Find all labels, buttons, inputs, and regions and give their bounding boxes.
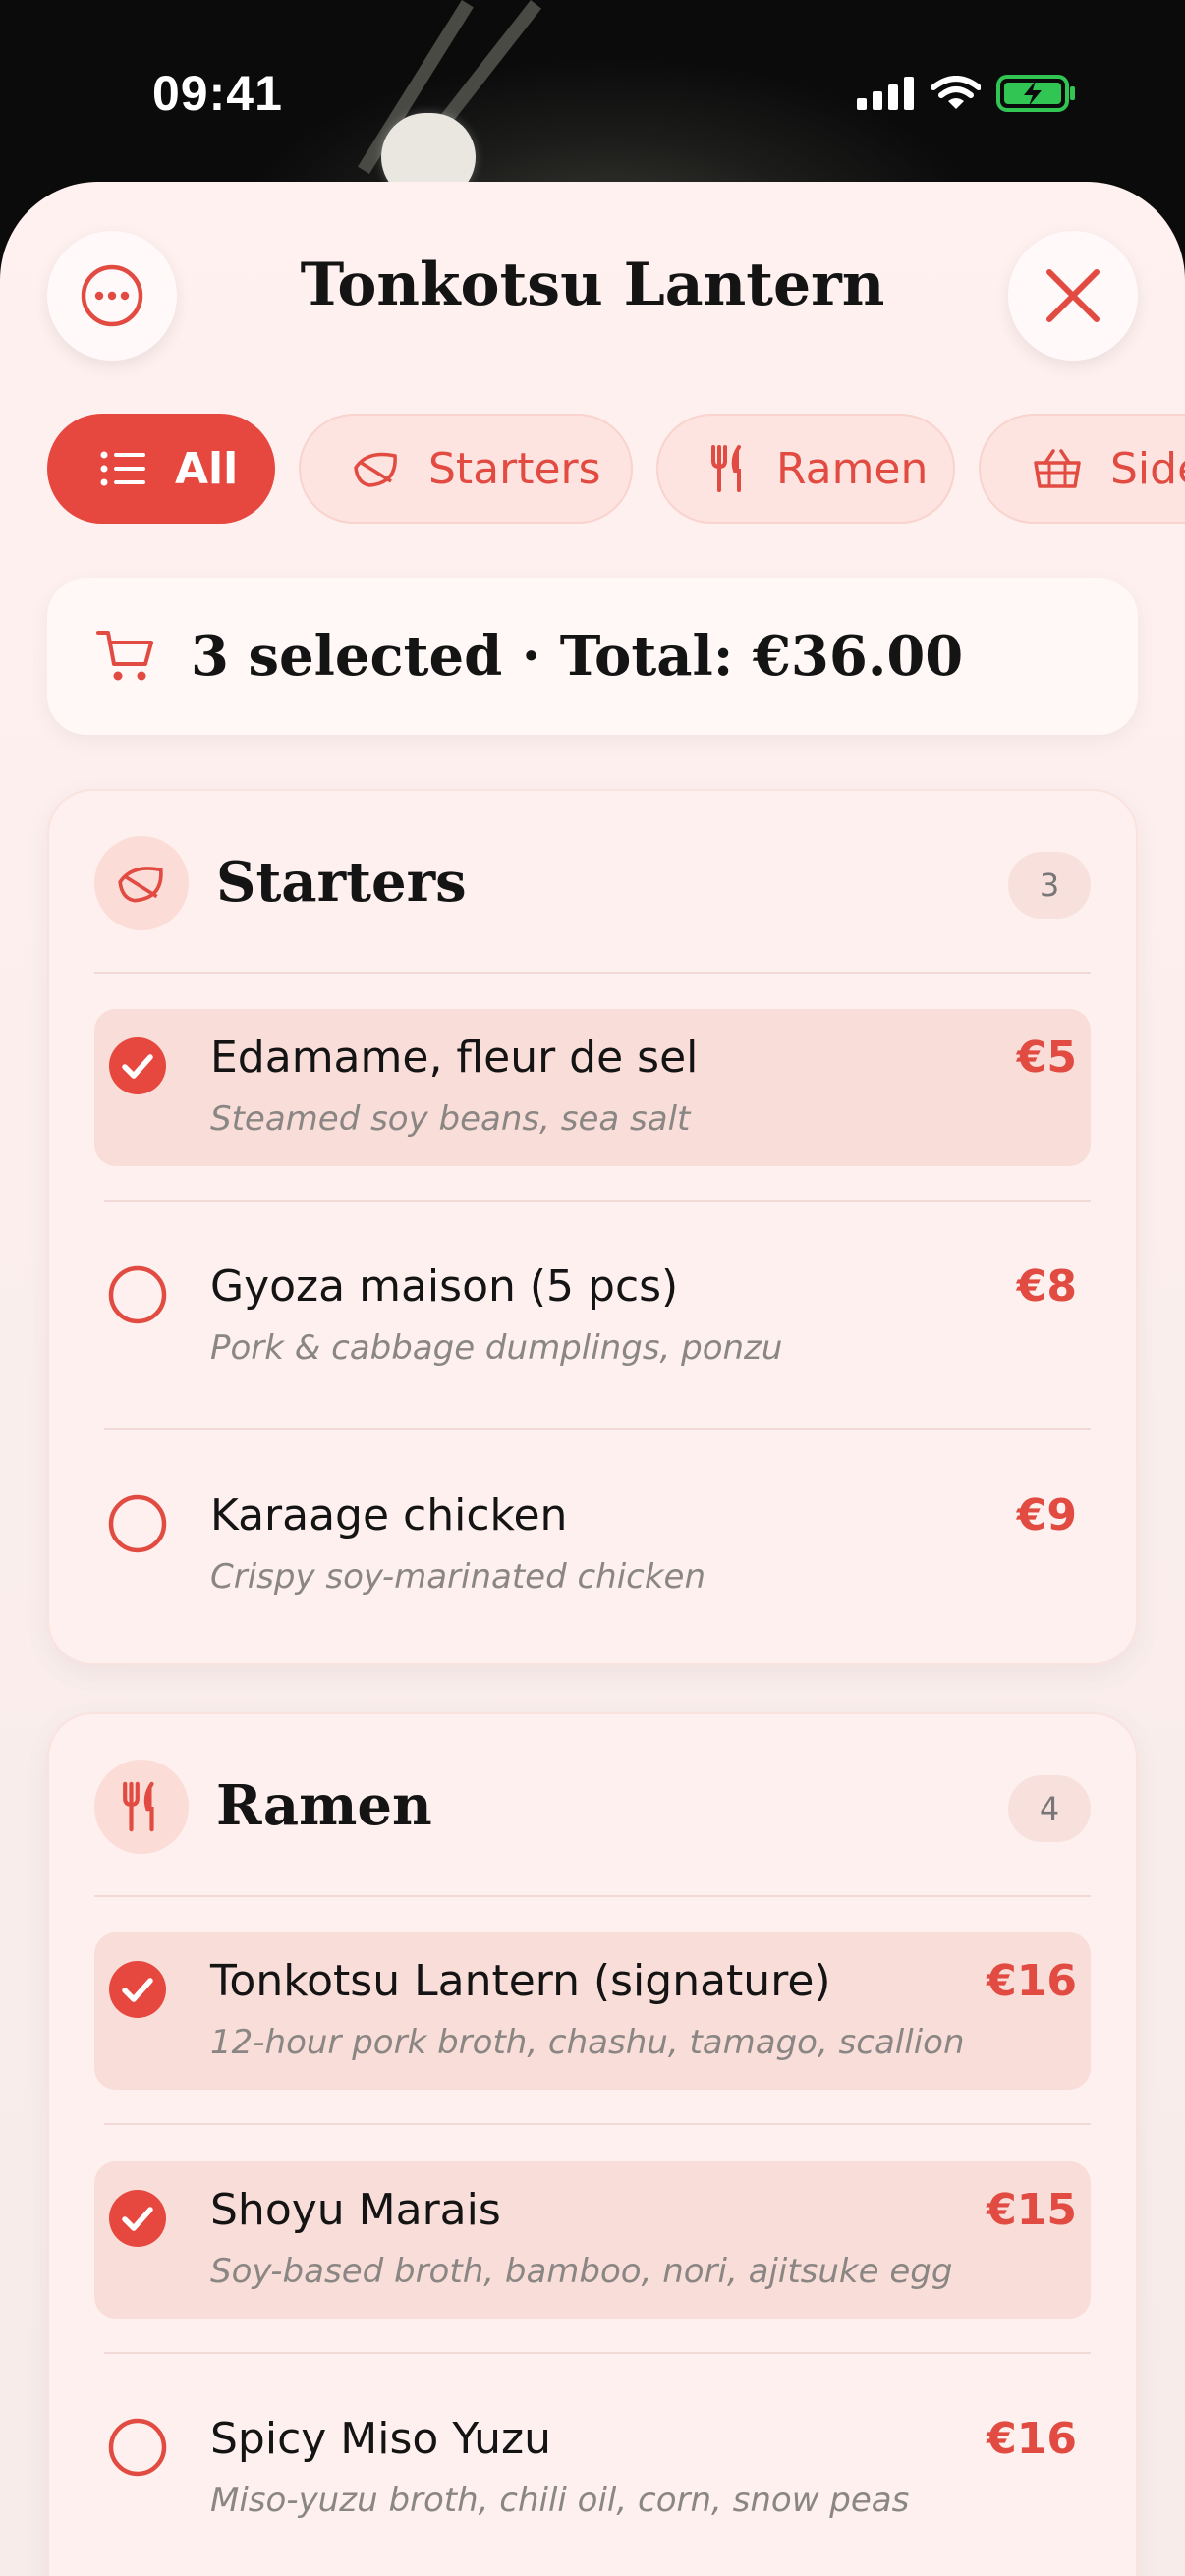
status-bar: 09:41: [0, 0, 1185, 187]
item-name: Karaage chicken: [210, 1490, 568, 1540]
unchecked-icon: [108, 2418, 167, 2477]
filter-chip-starters[interactable]: Starters: [299, 414, 633, 524]
item-name: Spicy Miso Yuzu: [210, 2414, 552, 2464]
item-price: €5: [1016, 1033, 1077, 1083]
section-count-badge: 4: [1008, 1775, 1091, 1842]
section-icon: [94, 1760, 189, 1854]
item-price: €15: [987, 2185, 1077, 2235]
signal-icon: [857, 77, 914, 110]
item-name: Shoyu Marais: [210, 2185, 501, 2235]
menu-item[interactable]: Shoyu Marais Soy-based broth, bamboo, no…: [94, 2161, 1091, 2319]
item-price: €16: [987, 2414, 1077, 2464]
filter-chip-ramen[interactable]: Ramen: [656, 414, 955, 524]
status-icons: [857, 75, 1077, 112]
wifi-icon: [931, 76, 981, 109]
item-price: €16: [987, 1956, 1077, 2006]
menu-item[interactable]: Spicy Miso Yuzu Miso-yuzu broth, chili o…: [94, 2390, 1091, 2548]
status-time: 09:41: [152, 66, 283, 121]
filter-chip-sides[interactable]: Sides: [979, 414, 1185, 524]
divider: [104, 2352, 1091, 2354]
section-header: Starters 3: [94, 836, 1091, 934]
item-description: Miso-yuzu broth, chili oil, corn, snow p…: [210, 2481, 910, 2520]
item-price: €9: [1016, 1490, 1077, 1540]
divider: [94, 972, 1091, 974]
leaf-icon: [118, 867, 163, 903]
menu-item[interactable]: Karaage chicken Crispy soy-marinated chi…: [94, 1467, 1091, 1624]
basket-icon: [1034, 449, 1081, 488]
item-description: 12-hour pork broth, chashu, tamago, scal…: [210, 2023, 965, 2062]
section-starters: Starters 3 Edamame, fleur de sel Steamed…: [47, 789, 1138, 1665]
menu-item[interactable]: Gyoza maison (5 pcs) Pork & cabbage dump…: [94, 1238, 1091, 1395]
filter-chip-label: Starters: [428, 443, 601, 494]
checked-icon: [109, 1037, 166, 1094]
checked-icon: [109, 1961, 166, 2018]
item-description: Soy-based broth, bamboo, nori, ajitsuke …: [210, 2252, 953, 2291]
menu-sheet: Tonkotsu Lantern All Starters Ramen Sid …: [0, 182, 1185, 2576]
page-title: Tonkotsu Lantern: [300, 251, 885, 319]
filter-chips: All Starters Ramen Sides: [47, 414, 1185, 528]
divider: [104, 1200, 1091, 1202]
battery-charging-icon: [996, 75, 1075, 112]
menu-item[interactable]: Tonkotsu Lantern (signature) 12-hour por…: [94, 1932, 1091, 2090]
divider: [94, 1895, 1091, 1897]
item-description: Crispy soy-marinated chicken: [210, 1557, 706, 1596]
close-button[interactable]: [1008, 231, 1138, 361]
item-name: Edamame, fleur de sel: [210, 1033, 699, 1083]
section-header: Ramen 4: [94, 1760, 1091, 1858]
leaf-icon: [354, 452, 397, 487]
section-title: Starters: [216, 850, 467, 915]
section-title: Ramen: [216, 1773, 432, 1838]
item-name: Gyoza maison (5 pcs): [210, 1261, 679, 1312]
list-icon: [100, 451, 145, 486]
cart-icon: [96, 631, 153, 681]
item-description: Pork & cabbage dumplings, ponzu: [210, 1328, 783, 1368]
item-description: Steamed soy beans, sea salt: [210, 1099, 691, 1139]
item-price: €8: [1016, 1261, 1077, 1312]
filter-chip-label: Ramen: [776, 443, 929, 494]
filter-chip-label: All: [175, 443, 239, 494]
checked-icon: [109, 2190, 166, 2247]
section-count-badge: 3: [1008, 852, 1091, 919]
close-icon: [1046, 269, 1100, 322]
unchecked-icon: [108, 1494, 167, 1553]
section-icon: [94, 836, 189, 930]
summary-text: 3 selected · Total: €36.00: [191, 624, 964, 689]
filter-chip-label: Sides: [1110, 443, 1185, 494]
item-name: Tonkotsu Lantern (signature): [210, 1956, 831, 2006]
divider: [104, 1428, 1091, 1430]
unchecked-icon: [108, 1265, 167, 1324]
fork-knife-icon: [123, 1781, 154, 1832]
selection-summary: 3 selected · Total: €36.00: [47, 578, 1138, 735]
section-ramen: Ramen 4 Tonkotsu Lantern (signature) 12-…: [47, 1712, 1138, 2576]
fork-knife-icon: [711, 445, 741, 492]
divider: [104, 2123, 1091, 2125]
menu-item[interactable]: Edamame, fleur de sel Steamed soy beans,…: [94, 1009, 1091, 1166]
filter-chip-all[interactable]: All: [47, 414, 275, 524]
